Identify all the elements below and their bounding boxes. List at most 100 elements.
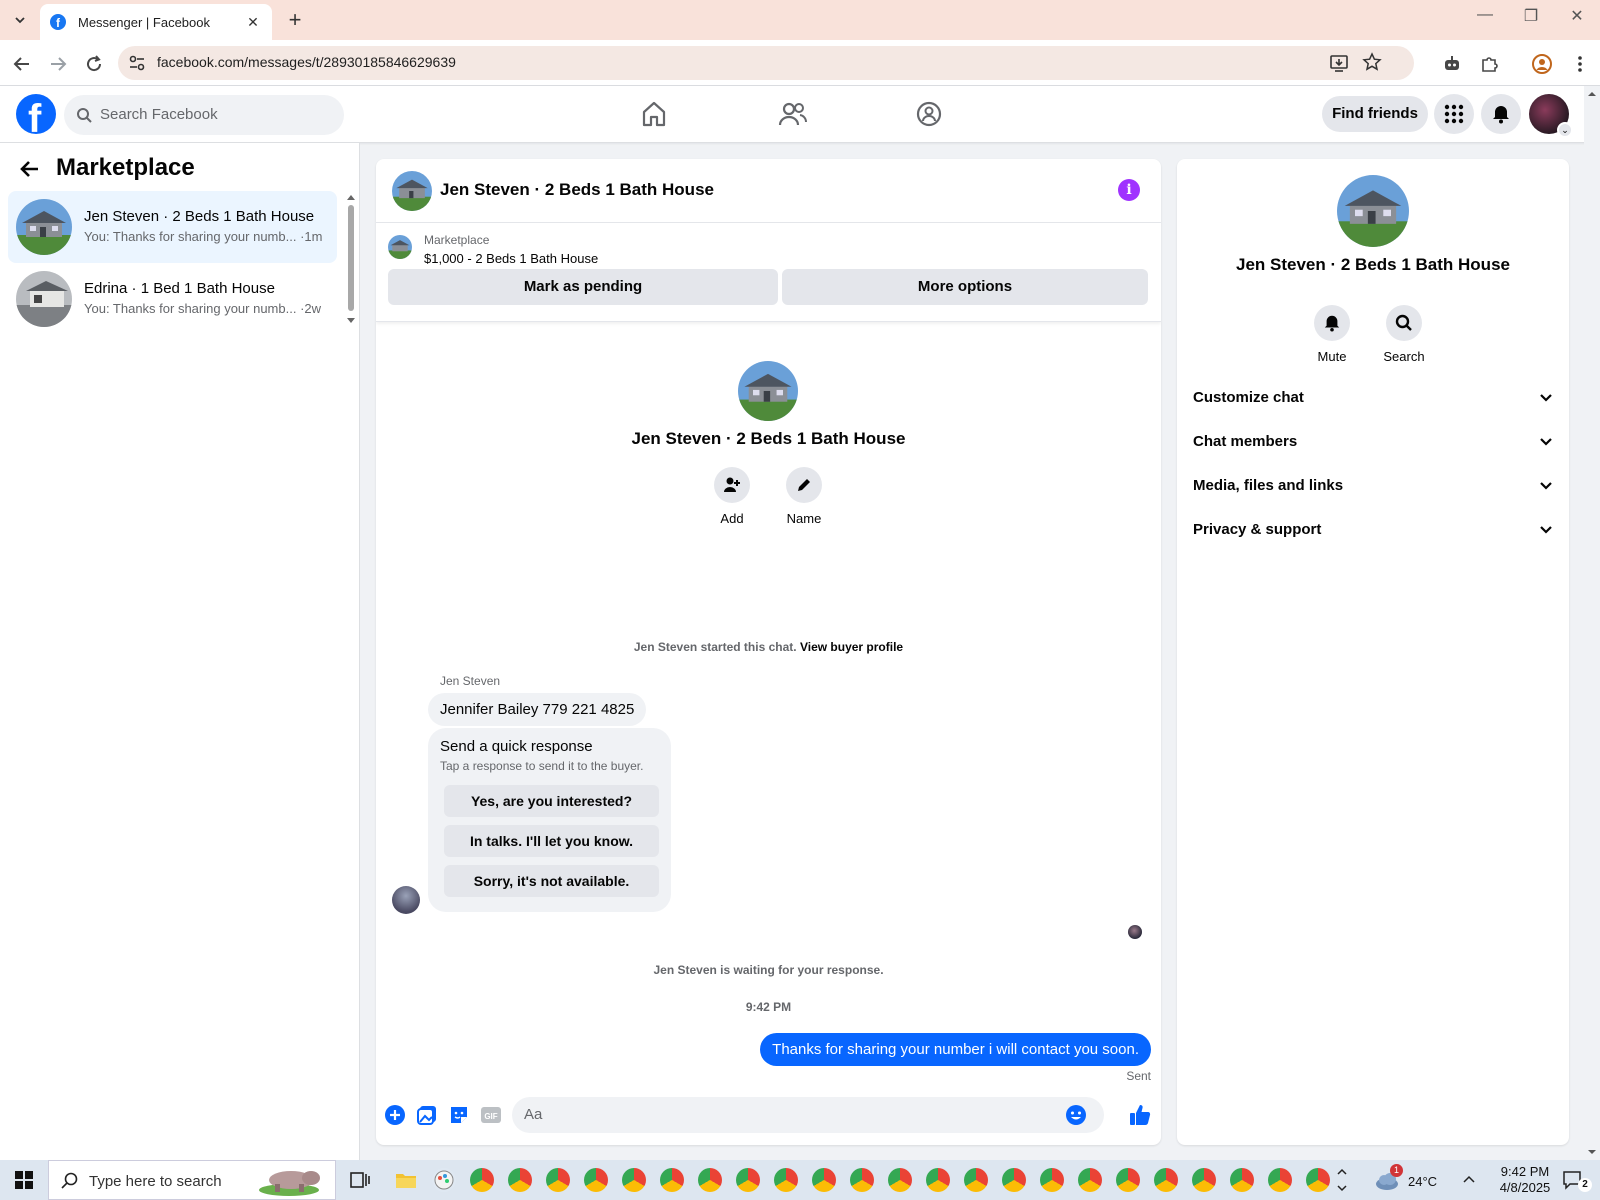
file-explorer-icon[interactable] <box>394 1168 418 1192</box>
more-options-button[interactable]: More options <box>782 269 1148 305</box>
extension-robot-icon[interactable] <box>1440 52 1464 76</box>
chrome-taskbar-icon[interactable] <box>774 1168 798 1192</box>
chrome-taskbar-icon[interactable] <box>584 1168 608 1192</box>
plus-circle-icon[interactable] <box>384 1104 406 1126</box>
chrome-taskbar-icon[interactable] <box>812 1168 836 1192</box>
quick-response-button[interactable]: Yes, are you interested? <box>444 785 659 817</box>
groups-icon[interactable] <box>915 100 945 130</box>
quick-response-button[interactable]: In talks. I'll let you know. <box>444 825 659 857</box>
conversation-list-pane: Marketplace Jen Steven · 2 Beds 1 Bath H… <box>0 143 360 1160</box>
chrome-taskbar-icon[interactable] <box>660 1168 684 1192</box>
taskbar-search[interactable]: Type here to search <box>48 1160 336 1200</box>
tab-search-chevron-icon[interactable] <box>8 9 32 31</box>
name-chat-button[interactable]: Name <box>774 467 834 526</box>
notification-center-icon[interactable]: 2 <box>1562 1170 1592 1200</box>
quick-response-button[interactable]: Sorry, it's not available. <box>444 865 659 897</box>
extensions-puzzle-icon[interactable] <box>1477 52 1501 76</box>
browser-tab[interactable]: f Messenger | Facebook ✕ <box>40 4 272 40</box>
back-icon[interactable] <box>10 52 34 76</box>
chrome-taskbar-icon[interactable] <box>1230 1168 1254 1192</box>
incoming-message[interactable]: Jennifer Bailey 779 221 4825 <box>428 693 647 726</box>
chat-avatar[interactable] <box>392 171 432 211</box>
section-customize-chat[interactable]: Customize chat <box>1193 385 1553 413</box>
paint-app-icon[interactable] <box>432 1168 456 1192</box>
forward-icon[interactable] <box>46 52 70 76</box>
section-privacy-support[interactable]: Privacy & support <box>1193 517 1553 545</box>
conversation-name: Edrina · 1 Bed 1 Bath House <box>84 280 275 297</box>
facebook-favicon-icon: f <box>50 14 66 30</box>
show-hidden-icons-chevron-icon[interactable] <box>1462 1172 1476 1200</box>
gif-icon[interactable]: GIF <box>480 1104 502 1126</box>
bookmark-star-icon[interactable] <box>1362 52 1382 72</box>
system-clock[interactable]: 9:42 PM 4/8/2025 <box>1490 1164 1560 1200</box>
home-icon[interactable] <box>640 100 670 130</box>
facebook-search[interactable]: Search Facebook <box>64 95 344 135</box>
restore-icon[interactable]: ❐ <box>1516 6 1546 26</box>
emoji-icon[interactable] <box>1065 1104 1087 1126</box>
section-chat-members[interactable]: Chat members <box>1193 429 1553 457</box>
section-media-files-links[interactable]: Media, files and links <box>1193 473 1553 501</box>
chrome-taskbar-icon[interactable] <box>1192 1168 1216 1192</box>
chrome-taskbar-icon[interactable] <box>470 1168 494 1192</box>
new-tab-icon[interactable]: + <box>282 8 308 32</box>
site-settings-icon[interactable] <box>128 54 146 72</box>
chrome-taskbar-icon[interactable] <box>698 1168 722 1192</box>
listing-price[interactable]: $1,000 - 2 Beds 1 Bath House <box>424 251 598 266</box>
details-avatar[interactable] <box>1337 175 1409 247</box>
scrollbar-thumb[interactable] <box>348 205 354 311</box>
chrome-taskbar-icon[interactable] <box>1154 1168 1178 1192</box>
search-in-chat-button[interactable]: Search <box>1369 305 1439 364</box>
outgoing-message[interactable]: Thanks for sharing your number i will co… <box>760 1033 1151 1066</box>
info-icon[interactable]: i <box>1118 179 1140 201</box>
chrome-taskbar-icon[interactable] <box>1116 1168 1140 1192</box>
address-bar[interactable]: facebook.com/messages/t/2893018584662963… <box>118 46 1414 80</box>
friends-icon[interactable] <box>778 100 808 130</box>
chrome-taskbar-icon[interactable] <box>888 1168 912 1192</box>
listing-thumbnail[interactable] <box>388 235 412 259</box>
chrome-taskbar-icon[interactable] <box>964 1168 988 1192</box>
account-avatar[interactable]: ⌄ <box>1529 94 1573 138</box>
mute-button[interactable]: Mute <box>1297 305 1367 364</box>
chrome-taskbar-icon[interactable] <box>1002 1168 1026 1192</box>
message-timestamp: 9:42 PM <box>745 1000 792 1014</box>
profile-icon[interactable] <box>1530 52 1554 76</box>
back-arrow-icon[interactable] <box>18 157 42 181</box>
add-people-button[interactable]: Add <box>702 467 762 526</box>
reload-icon[interactable] <box>82 52 106 76</box>
message-input[interactable]: Aa <box>512 1097 1104 1133</box>
conversation-item[interactable]: Edrina · 1 Bed 1 Bath House You: Thanks … <box>8 263 337 335</box>
minimize-icon[interactable]: — <box>1470 6 1500 24</box>
chrome-taskbar-icon[interactable] <box>1078 1168 1102 1192</box>
conversation-list-scrollbar[interactable] <box>346 193 356 325</box>
chat-title[interactable]: Jen Steven · 2 Beds 1 Bath House <box>440 180 714 200</box>
conversation-item[interactable]: Jen Steven · 2 Beds 1 Bath House You: Th… <box>8 191 337 263</box>
mark-as-pending-button[interactable]: Mark as pending <box>388 269 778 305</box>
chrome-taskbar-icon[interactable] <box>850 1168 874 1192</box>
install-app-icon[interactable] <box>1329 53 1349 73</box>
notifications-bell-icon[interactable] <box>1481 94 1521 134</box>
chrome-menu-icon[interactable] <box>1568 52 1592 76</box>
chrome-taskbar-icon[interactable] <box>736 1168 760 1192</box>
tab-close-icon[interactable]: ✕ <box>244 14 262 31</box>
chrome-taskbar-icon[interactable] <box>1268 1168 1292 1192</box>
task-view-icon[interactable] <box>348 1168 372 1192</box>
sender-avatar[interactable] <box>392 886 420 914</box>
chrome-taskbar-icon[interactable] <box>1040 1168 1064 1192</box>
window-close-icon[interactable]: ✕ <box>1562 6 1592 26</box>
menu-grid-icon[interactable] <box>1434 94 1474 134</box>
chrome-taskbar-icon[interactable] <box>1306 1168 1330 1192</box>
view-buyer-profile-link[interactable]: View buyer profile <box>800 640 903 654</box>
chevron-down-icon <box>1540 394 1552 402</box>
facebook-logo[interactable]: f <box>16 94 56 134</box>
chrome-taskbar-icon[interactable] <box>622 1168 646 1192</box>
page-scrollbar[interactable] <box>1584 86 1600 1160</box>
windows-start-icon[interactable] <box>0 1160 48 1200</box>
photo-icon[interactable] <box>416 1104 438 1126</box>
taskbar-overflow-arrows-icon[interactable] <box>1336 1166 1350 1200</box>
find-friends-button[interactable]: Find friends <box>1322 96 1428 132</box>
chrome-taskbar-icon[interactable] <box>546 1168 570 1192</box>
sticker-icon[interactable] <box>448 1104 470 1126</box>
thumbs-up-icon[interactable] <box>1128 1103 1151 1125</box>
chrome-taskbar-icon[interactable] <box>926 1168 950 1192</box>
chrome-taskbar-icon[interactable] <box>508 1168 532 1192</box>
